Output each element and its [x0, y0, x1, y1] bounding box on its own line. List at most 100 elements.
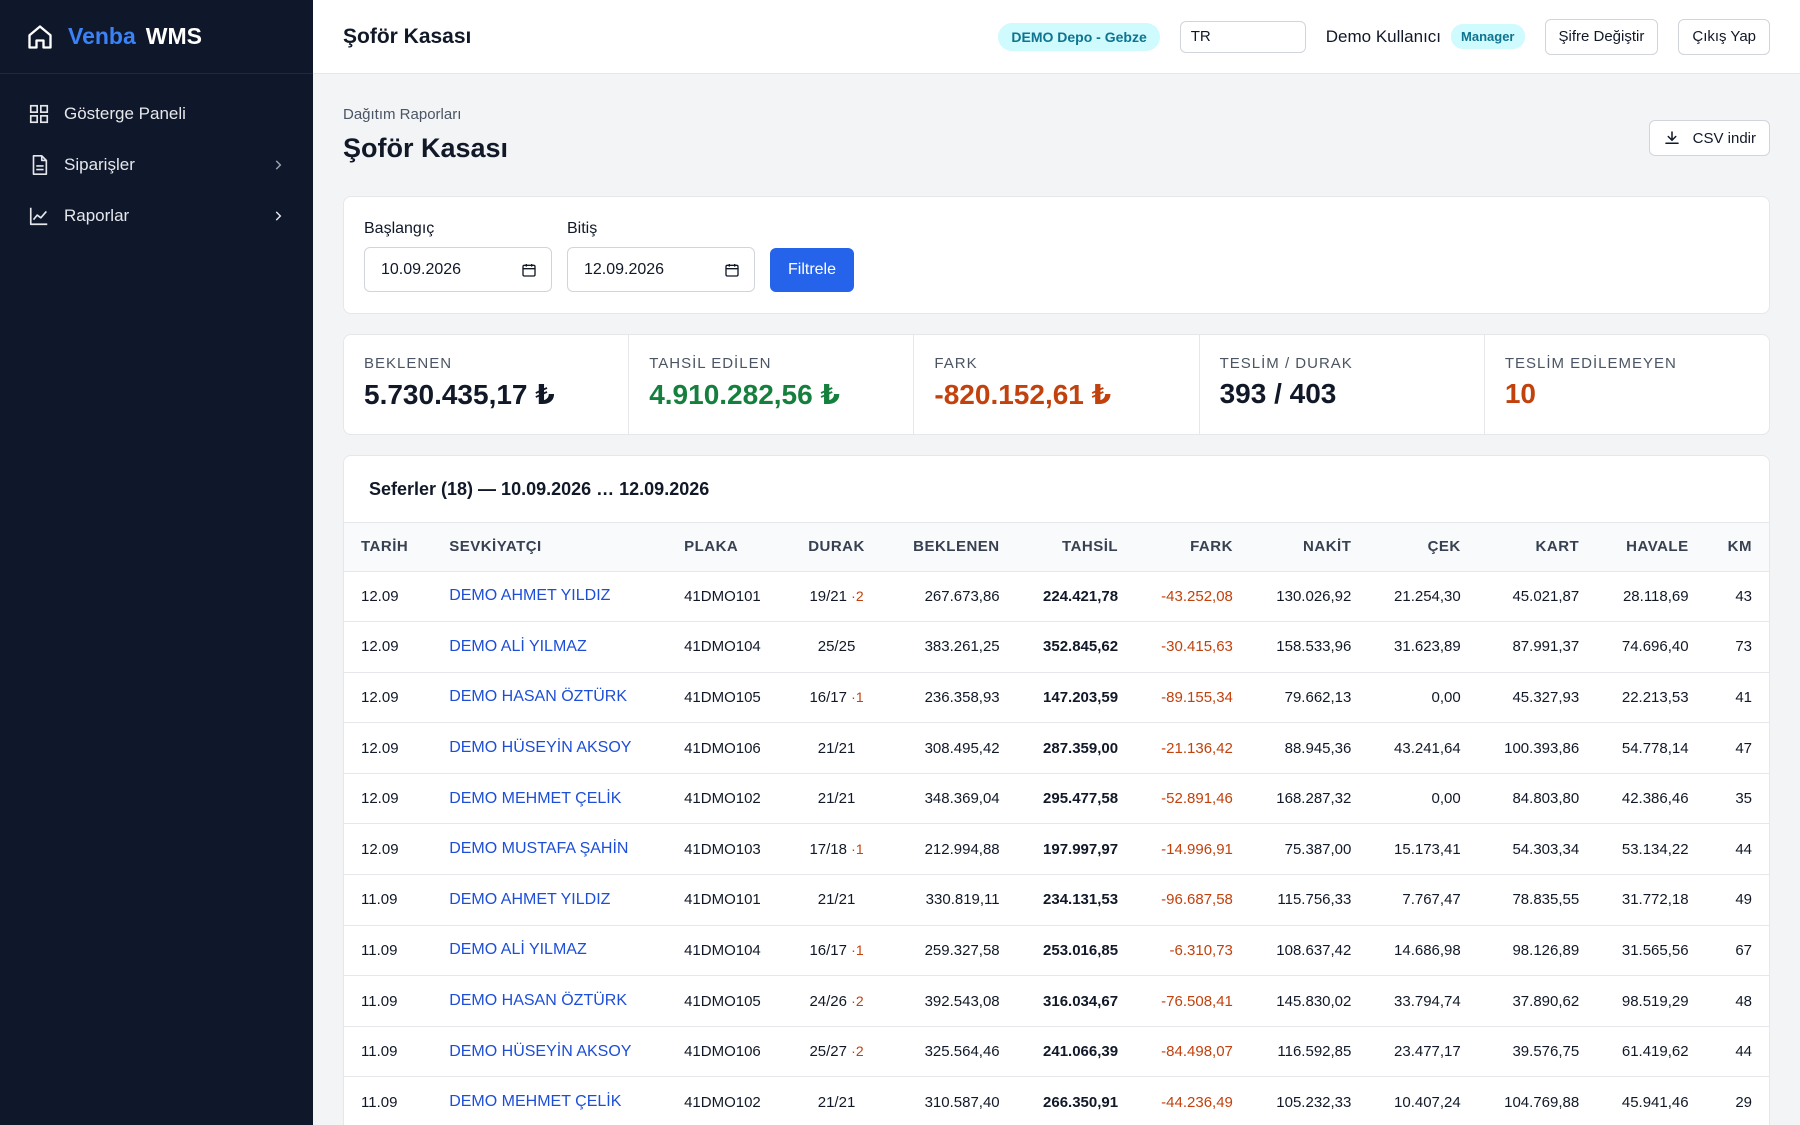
cell-expected: 348.369,04: [885, 773, 1017, 825]
csv-download-button[interactable]: CSV indir: [1648, 120, 1770, 156]
col-header-driver[interactable]: SEVKİYATÇI: [432, 523, 668, 572]
end-date-value: 12.09.2026: [584, 260, 665, 278]
cell-check: 7.767,47: [1368, 874, 1478, 926]
cell-km: 47: [1705, 722, 1769, 774]
depot-badge[interactable]: DEMO Depo - Gebze: [998, 22, 1160, 51]
cell-stops: 19/21 ·2: [787, 571, 886, 623]
start-date-value: 10.09.2026: [381, 260, 462, 278]
cell-km: 73: [1705, 621, 1769, 673]
cell-transfer: 53.134,22: [1596, 823, 1706, 876]
table-row[interactable]: 12.09 DEMO ALİ YILMAZ 41DMO104 25/25 383.261…: [344, 621, 1769, 673]
cell-stops: 25/27 ·2: [787, 1026, 886, 1078]
sidebar-item-orders[interactable]: Siparişler: [0, 139, 313, 190]
change-password-button[interactable]: Şifre Değiştir: [1544, 18, 1659, 55]
stops-value: 21/21: [817, 891, 856, 909]
cell-check: 33.794,74: [1368, 975, 1478, 1027]
cell-difference: -44.236,49: [1135, 1076, 1250, 1125]
cell-driver[interactable]: DEMO HASAN ÖZTÜRK: [432, 672, 668, 724]
col-header-plate[interactable]: PLAKA: [667, 523, 788, 572]
cell-driver[interactable]: DEMO AHMET YILDIZ: [432, 874, 668, 926]
end-date-label: Bitiş: [567, 220, 598, 237]
col-header-stops[interactable]: DURAK: [787, 523, 886, 572]
table-row[interactable]: 11.09 DEMO MEHMET ÇELİK 41DMO102 21/21 310.5…: [344, 1076, 1769, 1125]
cell-plate: 41DMO106: [667, 1026, 788, 1078]
cell-expected: 310.587,40: [885, 1076, 1017, 1125]
cell-plate: 41DMO101: [667, 571, 788, 623]
col-header-km[interactable]: KM: [1705, 523, 1769, 572]
end-date-group: Bitiş 12.09.2026: [567, 220, 755, 292]
cell-card: 87.991,37: [1477, 621, 1597, 673]
logout-button[interactable]: Çıkış Yap: [1678, 18, 1770, 55]
table-row[interactable]: 11.09 DEMO AHMET YILDIZ 41DMO101 21/21 330.8…: [344, 874, 1769, 926]
chevron-right-icon: [275, 210, 282, 221]
cell-km: 44: [1705, 1026, 1769, 1078]
brand-name-primary: Venba: [68, 23, 136, 49]
cell-date: 11.09: [344, 1026, 433, 1078]
cell-cash: 116.592,85: [1249, 1026, 1369, 1078]
stat-label: TESLİM EDİLEMEYEN: [1504, 355, 1677, 372]
cell-cash: 108.637,42: [1249, 925, 1369, 977]
missed-stops-count: ·2: [851, 992, 864, 1009]
cell-cash: 158.533,96: [1249, 621, 1369, 673]
cell-check: 43.241,64: [1368, 722, 1478, 774]
table-row[interactable]: 12.09 DEMO MEHMET ÇELİK 41DMO102 21/21 348.3…: [344, 773, 1769, 825]
cell-driver[interactable]: DEMO HASAN ÖZTÜRK: [432, 975, 668, 1027]
cell-transfer: 31.565,56: [1596, 925, 1706, 977]
cell-cash: 75.387,00: [1249, 823, 1369, 876]
table-row[interactable]: 12.09 DEMO MUSTAFA ŞAHİN 41DMO103 17/18 ·1 2…: [344, 823, 1769, 876]
cell-driver[interactable]: DEMO AHMET YILDIZ: [432, 571, 668, 623]
col-header-cash[interactable]: NAKİT: [1249, 523, 1369, 572]
cell-driver[interactable]: DEMO ALİ YILMAZ: [432, 925, 668, 977]
cell-transfer: 31.772,18: [1596, 874, 1706, 926]
grid-icon: [29, 104, 49, 123]
calendar-icon[interactable]: [724, 262, 740, 278]
table-row[interactable]: 12.09 DEMO AHMET YILDIZ 41DMO101 19/21 ·2 26…: [344, 571, 1769, 623]
col-header-difference[interactable]: FARK: [1135, 523, 1250, 572]
cell-km: 44: [1705, 823, 1769, 876]
cell-stops: 24/26 ·2: [787, 975, 886, 1027]
cell-transfer: 42.386,46: [1596, 773, 1706, 825]
table-row[interactable]: 12.09 DEMO HÜSEYİN AKSOY 41DMO106 21/21 308.…: [344, 722, 1769, 774]
language-input[interactable]: [1179, 20, 1306, 53]
start-date-input[interactable]: 10.09.2026: [364, 247, 552, 292]
cell-transfer: 22.213,53: [1596, 672, 1706, 724]
trips-card: Seferler (18) — 10.09.2026 … 12.09.2026 …: [343, 455, 1770, 1125]
col-header-expected[interactable]: BEKLENEN: [885, 523, 1017, 572]
cell-driver[interactable]: DEMO ALİ YILMAZ: [432, 621, 668, 673]
cell-km: 35: [1705, 773, 1769, 825]
cell-cash: 115.756,33: [1249, 874, 1369, 926]
sidebar-item-dashboard[interactable]: Gösterge Paneli: [0, 88, 313, 139]
stops-value: 16/17: [809, 688, 847, 706]
cell-transfer: 54.778,14: [1596, 722, 1706, 774]
cell-difference: -21.136,42: [1135, 722, 1250, 774]
cell-driver[interactable]: DEMO HÜSEYİN AKSOY: [432, 722, 668, 774]
cell-date: 12.09: [344, 722, 433, 774]
brand[interactable]: Venba WMS: [0, 0, 313, 74]
sidebar-item-reports[interactable]: Raporlar: [0, 190, 313, 241]
calendar-icon[interactable]: [521, 262, 537, 278]
filter-button[interactable]: Filtrele: [770, 248, 855, 292]
cell-km: 41: [1705, 672, 1769, 724]
col-header-date[interactable]: TARİH: [344, 523, 433, 572]
col-header-collected[interactable]: TAHSİL: [1016, 523, 1136, 572]
table-row[interactable]: 11.09 DEMO ALİ YILMAZ 41DMO104 16/17 ·1 259.…: [344, 925, 1769, 977]
cell-driver[interactable]: DEMO MEHMET ÇELİK: [432, 1076, 668, 1125]
cell-date: 12.09: [344, 672, 433, 724]
cell-plate: 41DMO103: [667, 823, 788, 876]
end-date-input[interactable]: 12.09.2026: [567, 247, 755, 292]
stat-label: FARK: [934, 355, 978, 372]
table-row[interactable]: 12.09 DEMO HASAN ÖZTÜRK 41DMO105 16/17 ·1 23…: [344, 672, 1769, 724]
cell-plate: 41DMO102: [667, 1076, 788, 1125]
col-header-transfer[interactable]: HAVALE: [1596, 523, 1706, 572]
cell-cash: 79.662,13: [1249, 672, 1369, 724]
table-row[interactable]: 11.09 DEMO HASAN ÖZTÜRK 41DMO105 24/26 ·2 39…: [344, 975, 1769, 1027]
table-row[interactable]: 11.09 DEMO HÜSEYİN AKSOY 41DMO106 25/27 ·2 3…: [344, 1026, 1769, 1078]
stat-value: 10: [1504, 378, 1536, 409]
cell-driver[interactable]: DEMO MUSTAFA ŞAHİN: [432, 823, 668, 876]
cell-difference: -43.252,08: [1135, 571, 1250, 623]
col-header-check[interactable]: ÇEK: [1368, 523, 1478, 572]
cell-date: 11.09: [344, 1076, 433, 1125]
cell-driver[interactable]: DEMO HÜSEYİN AKSOY: [432, 1026, 668, 1078]
cell-driver[interactable]: DEMO MEHMET ÇELİK: [432, 773, 668, 825]
col-header-card[interactable]: KART: [1477, 523, 1597, 572]
